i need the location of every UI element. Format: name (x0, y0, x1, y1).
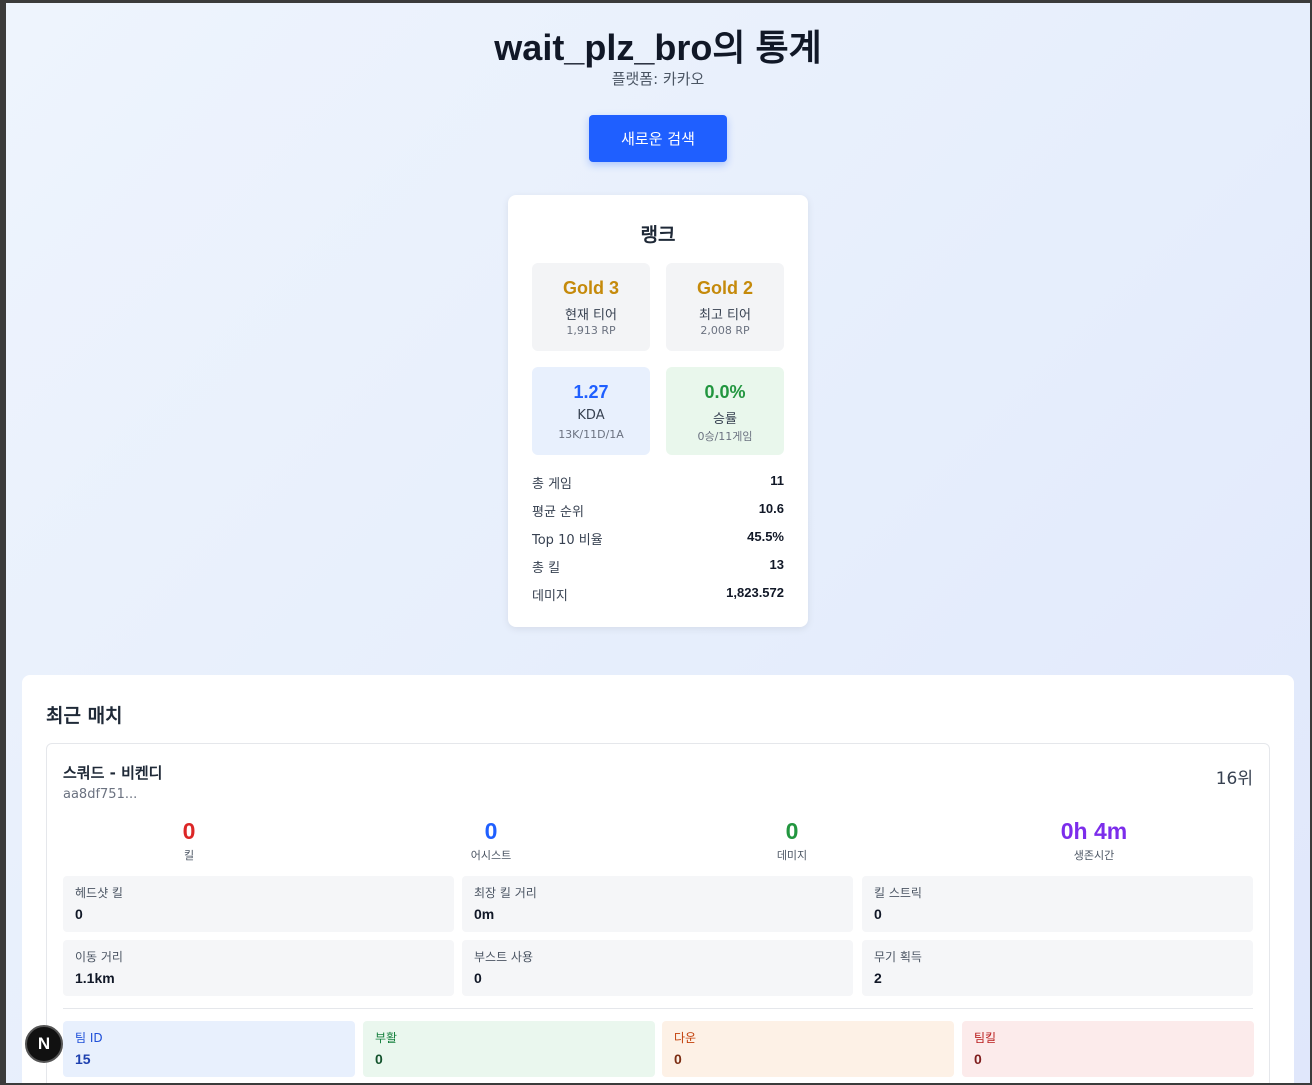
damage-label: 데미지 (776, 849, 808, 862)
kills-value: 0 (182, 818, 196, 844)
assists-label: 어시스트 (470, 849, 512, 862)
detail-kill-streak: 킬 스트릭 0 (862, 876, 1253, 932)
detail-label: 최장 킬 거리 (474, 886, 537, 900)
team-label: 다운 (674, 1031, 697, 1045)
kda-tile: 1.27 KDA 13K/11D/1A (532, 367, 650, 455)
assists-value: 0 (484, 818, 498, 844)
stat-label: Top 10 비율 (532, 533, 603, 548)
team-id-box: 팀 ID 15 (63, 1021, 355, 1077)
stat-value: 45.5% (747, 529, 784, 544)
platform-label: 플랫폼: 카카오 (611, 70, 705, 88)
survival-label: 생존시간 (1073, 849, 1115, 862)
team-label: 팀 ID (75, 1031, 103, 1045)
detail-label: 무기 획득 (874, 950, 922, 964)
kda-value: 1.27 (573, 382, 609, 402)
detail-value: 0 (874, 906, 882, 922)
team-value: 15 (75, 1051, 91, 1067)
match-placement: 16위 (1215, 769, 1253, 789)
team-value: 0 (674, 1051, 682, 1067)
revives-box: 부활 0 (363, 1021, 655, 1077)
stat-row-avg-rank: 평균 순위 10.6 (532, 501, 784, 521)
current-tier-label: 현재 티어 (565, 308, 617, 323)
match-id: aa8df751... (63, 787, 138, 802)
current-tier-rp: 1,913 RP (566, 324, 616, 337)
kills-stat: 0 킬 (89, 818, 289, 863)
stat-row-total-games: 총 게임 11 (532, 473, 784, 493)
kda-label: KDA (577, 408, 605, 423)
survival-stat: 0h 4m 생존시간 (994, 818, 1194, 863)
damage-stat: 0 데미지 (692, 818, 892, 863)
detail-label: 킬 스트릭 (874, 886, 922, 900)
winrate-detail: 0승/11게임 (697, 430, 753, 443)
stat-label: 총 킬 (532, 561, 561, 576)
stat-row-damage: 데미지 1,823.572 (532, 585, 784, 605)
divider (63, 1008, 1253, 1009)
detail-value: 0 (474, 970, 482, 986)
stat-value: 10.6 (758, 501, 784, 516)
best-tier-value: Gold 2 (696, 278, 753, 298)
detail-label: 헤드샷 킬 (75, 886, 123, 900)
team-value: 0 (375, 1051, 383, 1067)
damage-value: 0 (785, 818, 799, 844)
team-label: 부활 (375, 1031, 398, 1045)
teamkills-box: 팀킬 0 (962, 1021, 1254, 1077)
recent-matches-section: 최근 매치 스쿼드 - 비켄디 aa8df751... 16위 0 킬 0 어시… (22, 675, 1294, 1083)
stat-label: 총 게임 (532, 477, 573, 492)
current-tier-tile: Gold 3 현재 티어 1,913 RP (532, 263, 650, 351)
current-tier-value: Gold 3 (562, 278, 619, 298)
kills-label: 킬 (183, 849, 195, 862)
page-title: wait_plz_bro의 통계 (494, 27, 822, 68)
team-value: 0 (974, 1051, 982, 1067)
match-card[interactable]: 스쿼드 - 비켄디 aa8df751... 16위 0 킬 0 어시스트 0 데… (46, 743, 1270, 1083)
kda-detail: 13K/11D/1A (558, 428, 624, 441)
detail-boosts-used: 부스트 사용 0 (462, 940, 853, 996)
detail-longest-kill: 최장 킬 거리 0m (462, 876, 853, 932)
detail-value: 0 (75, 906, 83, 922)
team-label: 팀킬 (974, 1031, 997, 1045)
best-tier-rp: 2,008 RP (700, 324, 750, 337)
detail-value: 2 (874, 970, 882, 986)
downs-box: 다운 0 (662, 1021, 954, 1077)
stat-row-total-kills: 총 킬 13 (532, 557, 784, 577)
new-search-button[interactable]: 새로운 검색 (589, 115, 727, 162)
rank-card: 랭크 Gold 3 현재 티어 1,913 RP Gold 2 최고 티어 2,… (508, 195, 808, 627)
stat-row-top10: Top 10 비율 45.5% (532, 529, 784, 549)
detail-label: 이동 거리 (75, 950, 123, 964)
detail-weapons-acquired: 무기 획득 2 (862, 940, 1253, 996)
winrate-label: 승률 (713, 412, 737, 427)
stats-page: wait_plz_bro의 통계 플랫폼: 카카오 새로운 검색 랭크 Gold… (6, 3, 1310, 1083)
assists-stat: 0 어시스트 (391, 818, 591, 863)
rank-title: 랭크 (640, 224, 676, 246)
best-tier-tile: Gold 2 최고 티어 2,008 RP (666, 263, 784, 351)
winrate-tile: 0.0% 승률 0승/11게임 (666, 367, 784, 455)
stat-value: 11 (770, 473, 784, 488)
stat-label: 평균 순위 (532, 505, 584, 520)
stat-value: 13 (769, 557, 784, 572)
best-tier-label: 최고 티어 (699, 308, 751, 323)
stat-label: 데미지 (532, 589, 568, 604)
stat-value: 1,823.572 (726, 585, 784, 600)
detail-value: 1.1km (75, 970, 115, 986)
detail-value: 0m (474, 906, 495, 922)
survival-value: 0h 4m (1060, 818, 1128, 844)
detail-travel-distance: 이동 거리 1.1km (63, 940, 454, 996)
match-mode: 스쿼드 - 비켄디 (63, 764, 163, 782)
recent-matches-title: 최근 매치 (46, 705, 123, 727)
detail-headshot-kills: 헤드샷 킬 0 (63, 876, 454, 932)
detail-label: 부스트 사용 (474, 950, 534, 964)
nextjs-dev-badge-icon[interactable]: N (25, 1025, 63, 1063)
winrate-value: 0.0% (704, 382, 746, 402)
